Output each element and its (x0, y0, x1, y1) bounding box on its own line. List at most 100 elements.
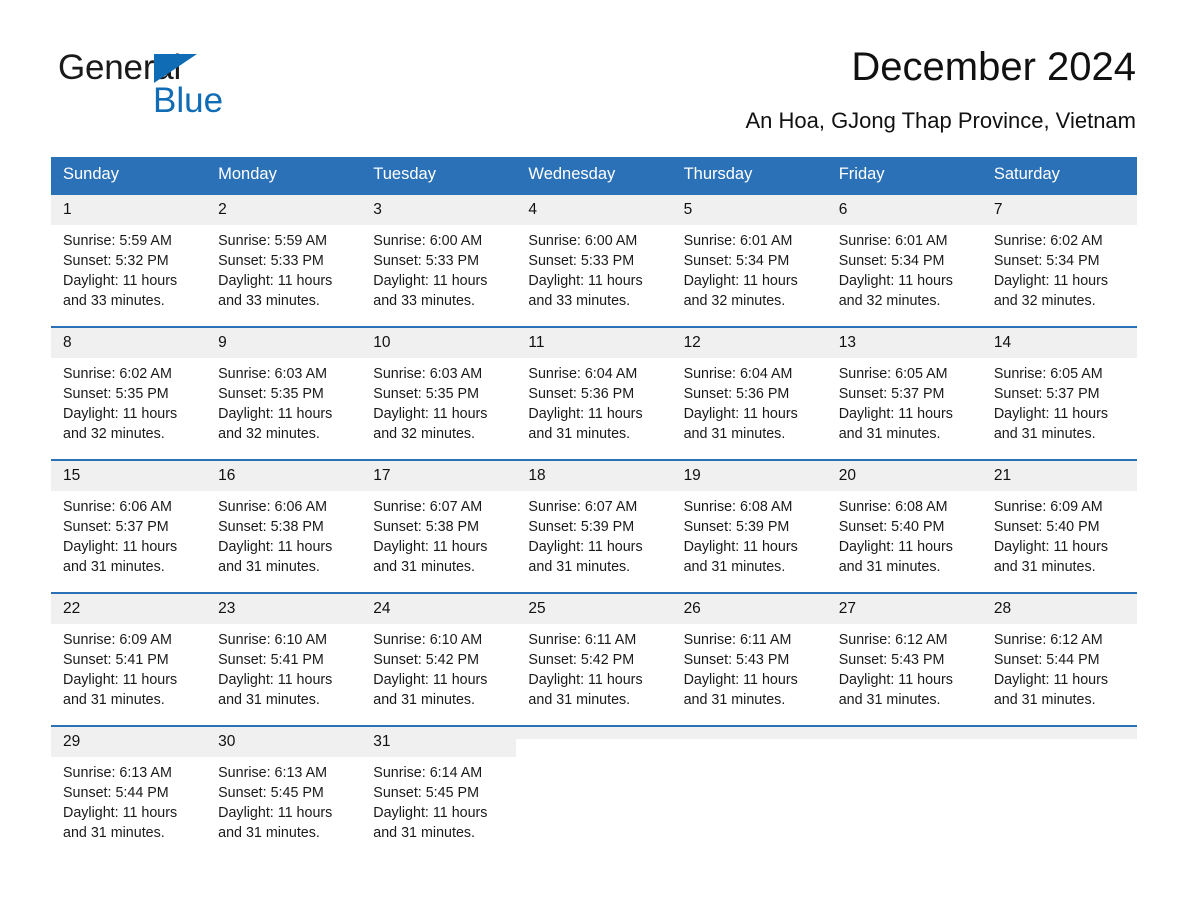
day-cell[interactable]: 20 Sunrise: 6:08 AM Sunset: 5:40 PM Dayl… (826, 459, 982, 593)
calendar-body: 1 Sunrise: 5:59 AM Sunset: 5:32 PM Dayli… (51, 193, 1137, 859)
sunrise-text: Sunrise: 6:07 AM (528, 499, 638, 515)
day-cell[interactable]: 17 Sunrise: 6:07 AM Sunset: 5:38 PM Dayl… (361, 459, 517, 593)
day-cell[interactable]: 15 Sunrise: 6:06 AM Sunset: 5:37 PM Dayl… (51, 459, 207, 593)
daylight-text-line2: and 31 minutes. (528, 692, 631, 708)
day-number: 14 (981, 328, 1137, 358)
day-cell[interactable]: 8 Sunrise: 6:02 AM Sunset: 5:35 PM Dayli… (51, 326, 207, 460)
daylight-text-line1: Daylight: 11 hours (63, 273, 178, 289)
sunrise-text: Sunrise: 6:14 AM (373, 765, 483, 781)
sunset-text: Sunset: 5:32 PM (63, 253, 169, 269)
day-cell[interactable]: 24 Sunrise: 6:10 AM Sunset: 5:42 PM Dayl… (361, 592, 517, 726)
day-cell[interactable]: 12 Sunrise: 6:04 AM Sunset: 5:36 PM Dayl… (671, 326, 827, 460)
day-number: 7 (981, 195, 1137, 225)
day-number (826, 727, 982, 739)
daylight-text-line2: and 31 minutes. (683, 426, 786, 442)
day-cell[interactable]: 14 Sunrise: 6:05 AM Sunset: 5:37 PM Dayl… (981, 326, 1137, 460)
day-number: 28 (981, 594, 1137, 624)
day-cell[interactable]: 16 Sunrise: 6:06 AM Sunset: 5:38 PM Dayl… (206, 459, 362, 593)
day-cell[interactable]: 13 Sunrise: 6:05 AM Sunset: 5:37 PM Dayl… (826, 326, 982, 460)
sunrise-text: Sunrise: 6:10 AM (218, 632, 328, 648)
sunset-text: Sunset: 5:33 PM (218, 253, 324, 269)
sunset-text: Sunset: 5:39 PM (683, 519, 790, 535)
day-cell[interactable]: 2 Sunrise: 5:59 AM Sunset: 5:33 PM Dayli… (206, 193, 362, 327)
day-cell[interactable]: 10 Sunrise: 6:03 AM Sunset: 5:35 PM Dayl… (361, 326, 517, 460)
day-number: 16 (206, 461, 362, 491)
sunrise-sunset-calendar: Sunday Monday Tuesday Wednesday Thursday… (51, 157, 1137, 859)
sunrise-text: Sunrise: 6:05 AM (993, 366, 1103, 382)
daylight-text-line2: and 31 minutes. (63, 559, 165, 575)
sunset-text: Sunset: 5:42 PM (373, 652, 479, 668)
page-title: December 2024 (851, 45, 1136, 89)
day-cell[interactable]: 18 Sunrise: 6:07 AM Sunset: 5:39 PM Dayl… (516, 459, 672, 593)
day-cell[interactable]: 28 Sunrise: 6:12 AM Sunset: 5:44 PM Dayl… (981, 592, 1137, 726)
day-cell[interactable]: 25 Sunrise: 6:11 AM Sunset: 5:42 PM Dayl… (516, 592, 672, 726)
sunrise-text: Sunrise: 6:09 AM (993, 499, 1103, 515)
day-number (671, 727, 827, 739)
day-number: 25 (516, 594, 672, 624)
day-cell-empty (671, 725, 827, 859)
daylight-text-line2: and 31 minutes. (218, 692, 320, 708)
daylight-text-line1: Daylight: 11 hours (63, 406, 178, 422)
calendar-page: General Blue December 2024 An Hoa, GJong… (0, 0, 1188, 918)
sunset-text: Sunset: 5:36 PM (683, 386, 790, 402)
day-number (981, 727, 1137, 739)
daylight-text-line1: Daylight: 11 hours (63, 672, 178, 688)
daylight-text-line1: Daylight: 11 hours (528, 273, 643, 289)
sunrise-text: Sunrise: 6:07 AM (373, 499, 483, 515)
daylight-text-line2: and 31 minutes. (838, 692, 941, 708)
day-info: Sunrise: 6:11 AM Sunset: 5:42 PM Dayligh… (516, 624, 671, 710)
day-cell[interactable]: 4 Sunrise: 6:00 AM Sunset: 5:33 PM Dayli… (516, 193, 672, 327)
day-number: 24 (361, 594, 517, 624)
day-number: 23 (206, 594, 362, 624)
day-cell[interactable]: 30 Sunrise: 6:13 AM Sunset: 5:45 PM Dayl… (206, 725, 362, 859)
day-info: Sunrise: 6:06 AM Sunset: 5:38 PM Dayligh… (206, 491, 361, 577)
sunset-text: Sunset: 5:43 PM (838, 652, 945, 668)
weekday-header-thursday: Thursday (671, 157, 827, 194)
weekday-header-monday: Monday (206, 157, 362, 194)
day-cell[interactable]: 5 Sunrise: 6:01 AM Sunset: 5:34 PM Dayli… (671, 193, 827, 327)
day-info: Sunrise: 6:09 AM Sunset: 5:41 PM Dayligh… (51, 624, 206, 710)
day-cell[interactable]: 1 Sunrise: 5:59 AM Sunset: 5:32 PM Dayli… (51, 193, 207, 327)
day-cell[interactable]: 31 Sunrise: 6:14 AM Sunset: 5:45 PM Dayl… (361, 725, 517, 859)
daylight-text-line1: Daylight: 11 hours (373, 539, 488, 555)
day-cell[interactable]: 9 Sunrise: 6:03 AM Sunset: 5:35 PM Dayli… (206, 326, 362, 460)
day-cell[interactable]: 27 Sunrise: 6:12 AM Sunset: 5:43 PM Dayl… (826, 592, 982, 726)
day-info: Sunrise: 6:09 AM Sunset: 5:40 PM Dayligh… (982, 491, 1137, 577)
day-info: Sunrise: 6:10 AM Sunset: 5:42 PM Dayligh… (361, 624, 516, 710)
day-cell[interactable]: 6 Sunrise: 6:01 AM Sunset: 5:34 PM Dayli… (826, 193, 982, 327)
sunset-text: Sunset: 5:41 PM (63, 652, 169, 668)
day-info: Sunrise: 6:10 AM Sunset: 5:41 PM Dayligh… (206, 624, 361, 710)
weekday-header-saturday: Saturday (981, 157, 1137, 194)
day-cell[interactable]: 23 Sunrise: 6:10 AM Sunset: 5:41 PM Dayl… (206, 592, 362, 726)
sunset-text: Sunset: 5:37 PM (993, 386, 1100, 402)
day-info: Sunrise: 6:12 AM Sunset: 5:43 PM Dayligh… (827, 624, 982, 710)
day-cell[interactable]: 21 Sunrise: 6:09 AM Sunset: 5:40 PM Dayl… (981, 459, 1137, 593)
daylight-text-line1: Daylight: 11 hours (683, 672, 798, 688)
day-cell[interactable]: 26 Sunrise: 6:11 AM Sunset: 5:43 PM Dayl… (671, 592, 827, 726)
day-cell[interactable]: 11 Sunrise: 6:04 AM Sunset: 5:36 PM Dayl… (516, 326, 672, 460)
sunset-text: Sunset: 5:40 PM (838, 519, 945, 535)
day-number: 21 (981, 461, 1137, 491)
day-number: 29 (51, 727, 207, 757)
daylight-text-line2: and 31 minutes. (993, 692, 1096, 708)
calendar-week-row: 1 Sunrise: 5:59 AM Sunset: 5:32 PM Dayli… (51, 193, 1137, 327)
daylight-text-line1: Daylight: 11 hours (993, 539, 1109, 555)
day-info: Sunrise: 6:04 AM Sunset: 5:36 PM Dayligh… (516, 358, 671, 444)
general-blue-logo[interactable]: General Blue (58, 50, 318, 120)
day-cell[interactable]: 29 Sunrise: 6:13 AM Sunset: 5:44 PM Dayl… (51, 725, 207, 859)
sunrise-text: Sunrise: 5:59 AM (63, 233, 172, 249)
daylight-text-line2: and 31 minutes. (373, 692, 476, 708)
day-info: Sunrise: 6:02 AM Sunset: 5:34 PM Dayligh… (982, 225, 1137, 311)
day-info: Sunrise: 6:07 AM Sunset: 5:38 PM Dayligh… (361, 491, 516, 577)
sunrise-text: Sunrise: 6:04 AM (683, 366, 793, 382)
day-number: 8 (51, 328, 207, 358)
daylight-text-line1: Daylight: 11 hours (528, 406, 643, 422)
day-info: Sunrise: 6:13 AM Sunset: 5:45 PM Dayligh… (206, 757, 361, 843)
day-cell[interactable]: 19 Sunrise: 6:08 AM Sunset: 5:39 PM Dayl… (671, 459, 827, 593)
day-info: Sunrise: 6:05 AM Sunset: 5:37 PM Dayligh… (982, 358, 1137, 444)
day-cell[interactable]: 7 Sunrise: 6:02 AM Sunset: 5:34 PM Dayli… (981, 193, 1137, 327)
day-number: 13 (826, 328, 982, 358)
page-header: General Blue December 2024 An Hoa, GJong… (0, 0, 1188, 133)
day-cell[interactable]: 22 Sunrise: 6:09 AM Sunset: 5:41 PM Dayl… (51, 592, 207, 726)
day-cell[interactable]: 3 Sunrise: 6:00 AM Sunset: 5:33 PM Dayli… (361, 193, 517, 327)
